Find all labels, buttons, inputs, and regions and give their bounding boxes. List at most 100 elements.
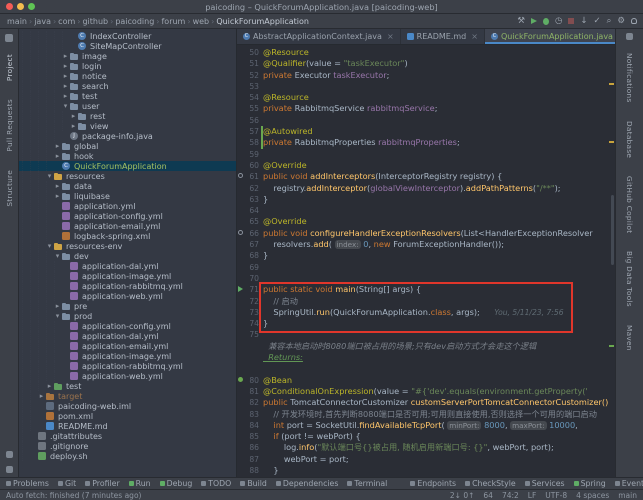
notifications-bell-icon[interactable] (631, 18, 637, 24)
chevron-right-icon[interactable]: ▸ (54, 302, 61, 310)
git-tool-icon[interactable] (5, 466, 13, 473)
tree-row[interactable]: application-web.yml (19, 371, 236, 381)
breadcrumb-item[interactable]: QuickForumApplication (215, 17, 310, 26)
bean-gutter-icon[interactable] (238, 376, 243, 382)
code-line[interactable]: 71 public static void main(String[] args)… (237, 284, 615, 295)
tree-row[interactable]: deploy.sh (19, 451, 236, 461)
close-window-icon[interactable] (6, 3, 13, 10)
tree-row[interactable]: ▾ resources-env (19, 241, 236, 251)
tree-row[interactable]: ▸ view (19, 121, 236, 131)
breadcrumb-item[interactable]: java (33, 17, 52, 26)
code-line[interactable]: 53 (237, 81, 615, 92)
code-line[interactable]: 85 if (port != webPort) { (237, 431, 615, 442)
code-line[interactable]: 61 public void addInterceptors(Intercepto… (237, 171, 615, 182)
code-line[interactable]: 59 (237, 149, 615, 160)
code-line[interactable]: 60 @Override (237, 160, 615, 171)
tree-row[interactable]: ▾ resources (19, 171, 236, 181)
breadcrumb-item[interactable]: paicoding (114, 17, 155, 26)
code-line[interactable]: 74} (237, 318, 615, 329)
code-line[interactable]: 50 @Resource (237, 47, 615, 58)
tree-row[interactable]: pom.xml (19, 411, 236, 421)
tool-debug[interactable]: Debug (159, 479, 192, 488)
git-update-arrow-icon[interactable]: ↓ (580, 16, 587, 26)
code-line[interactable]: 64 (237, 205, 615, 216)
chevron-right-icon[interactable]: ▸ (54, 142, 61, 150)
tool-event-log[interactable]: Event Log (614, 479, 643, 488)
code-line[interactable]: 66 public void configureHandlerExceptionR… (237, 228, 615, 239)
editor-tab[interactable]: CQuickForumApplication.java× (484, 29, 615, 44)
tree-row[interactable]: application-web.yml (19, 291, 236, 301)
tree-row[interactable]: C SiteMapController (19, 41, 236, 51)
notifications-tool-icon[interactable] (626, 33, 633, 40)
tree-row[interactable]: ▸ target (19, 391, 236, 401)
tool-run[interactable]: Run (128, 479, 151, 488)
chevron-right-icon[interactable]: ▸ (62, 82, 69, 90)
tree-row[interactable]: C IndexController (19, 31, 236, 41)
close-tab-icon[interactable]: × (385, 32, 394, 41)
tool-checkstyle[interactable]: CheckStyle (465, 479, 516, 488)
tree-row[interactable]: .gitignore (19, 441, 236, 451)
tree-row[interactable]: logback-spring.xml (19, 231, 236, 241)
stop-icon[interactable] (568, 18, 575, 24)
tree-row[interactable]: README.md (19, 421, 236, 431)
git-commit-check-icon[interactable]: ✓ (593, 16, 600, 26)
tree-row[interactable]: application-email.yml (19, 341, 236, 351)
sidebar-tool-github-copilot[interactable]: GitHub Copilot (625, 176, 634, 233)
breadcrumb-item[interactable]: forum (160, 17, 186, 26)
error-stripe-mark[interactable] (609, 141, 614, 143)
code-line[interactable]: 68} (237, 250, 615, 261)
tree-row[interactable]: application-rabbitmq.yml (19, 361, 236, 371)
editor-scrollbar[interactable] (611, 195, 614, 265)
breadcrumb-item[interactable]: main (6, 17, 28, 26)
chevron-down-icon[interactable]: ▾ (54, 312, 61, 320)
chevron-right-icon[interactable]: ▸ (54, 192, 61, 200)
tree-row[interactable]: C QuickForumApplication (19, 161, 236, 171)
sidebar-tool-pull-requests[interactable]: Pull Requests (5, 99, 14, 152)
project-tool-icon[interactable] (5, 34, 13, 42)
tree-row[interactable]: ▸ liquibase (19, 191, 236, 201)
code-line[interactable]: Returns: (237, 352, 615, 363)
code-line[interactable]: 62 registry.addInterceptor(globalViewInt… (237, 183, 615, 194)
code-line[interactable]: 87 webPort = port; (237, 454, 615, 465)
tree-row[interactable]: paicoding-web.iml (19, 401, 236, 411)
code-line[interactable]: 58 private RabbitmqProperties rabbitmqPro… (237, 137, 615, 149)
tool-profiler[interactable]: Profiler (85, 479, 120, 488)
chevron-right-icon[interactable]: ▸ (54, 182, 61, 190)
tree-row[interactable]: application-config.yml (19, 321, 236, 331)
tree-row[interactable]: ▸ global (19, 141, 236, 151)
close-tab-icon[interactable]: × (469, 32, 478, 41)
build-hammer-icon[interactable]: ⚒ (517, 16, 525, 26)
code-line[interactable]: 83 // 开发环境时,首先判断8080端口是否可用;可用则直接使用,否则选择一… (237, 409, 615, 420)
code-line[interactable]: 63} (237, 194, 615, 205)
tree-row[interactable]: ▾ prod (19, 311, 236, 321)
code-line[interactable]: 65 @Override (237, 216, 615, 227)
tree-row[interactable]: application-image.yml (19, 351, 236, 361)
tool-spring[interactable]: Spring (573, 479, 606, 488)
code-line[interactable] (237, 363, 615, 374)
tree-row[interactable]: ▸ login (19, 61, 236, 71)
git-ahead-behind[interactable]: 2↓ 0↑ (450, 491, 475, 500)
chevron-right-icon[interactable]: ▸ (62, 62, 69, 70)
editor-tab[interactable]: README.md × (401, 29, 485, 44)
editor-tab[interactable]: C AbstractApplicationContext.java × (237, 29, 401, 44)
chevron-right-icon[interactable]: ▸ (38, 392, 45, 400)
code-line[interactable]: 75 (237, 329, 615, 340)
minimize-window-icon[interactable] (17, 3, 24, 10)
tree-row[interactable]: application-email.yml (19, 221, 236, 231)
code-line[interactable]: 56 (237, 115, 615, 126)
maximize-window-icon[interactable] (28, 3, 35, 10)
chevron-right-icon[interactable]: ▸ (54, 152, 61, 160)
code-line[interactable]: 72 // 启动 (237, 296, 615, 307)
tool-todo[interactable]: TODO (201, 479, 231, 488)
favorites-tool-icon[interactable] (5, 451, 13, 458)
tree-row[interactable]: ▾ user (19, 101, 236, 111)
tree-row[interactable]: application-rabbitmq.yml (19, 281, 236, 291)
chevron-right-icon[interactable]: ▸ (62, 52, 69, 60)
tree-row[interactable]: application-config.yml (19, 211, 236, 221)
tree-row[interactable]: ▸ search (19, 81, 236, 91)
tool-terminal[interactable]: Terminal (347, 479, 387, 488)
run-gutter-icon[interactable] (238, 286, 243, 293)
tree-row[interactable]: ▸ test (19, 91, 236, 101)
sidebar-tool-notifications[interactable]: Notifications (625, 53, 634, 103)
breadcrumb-item[interactable]: com (57, 17, 76, 26)
